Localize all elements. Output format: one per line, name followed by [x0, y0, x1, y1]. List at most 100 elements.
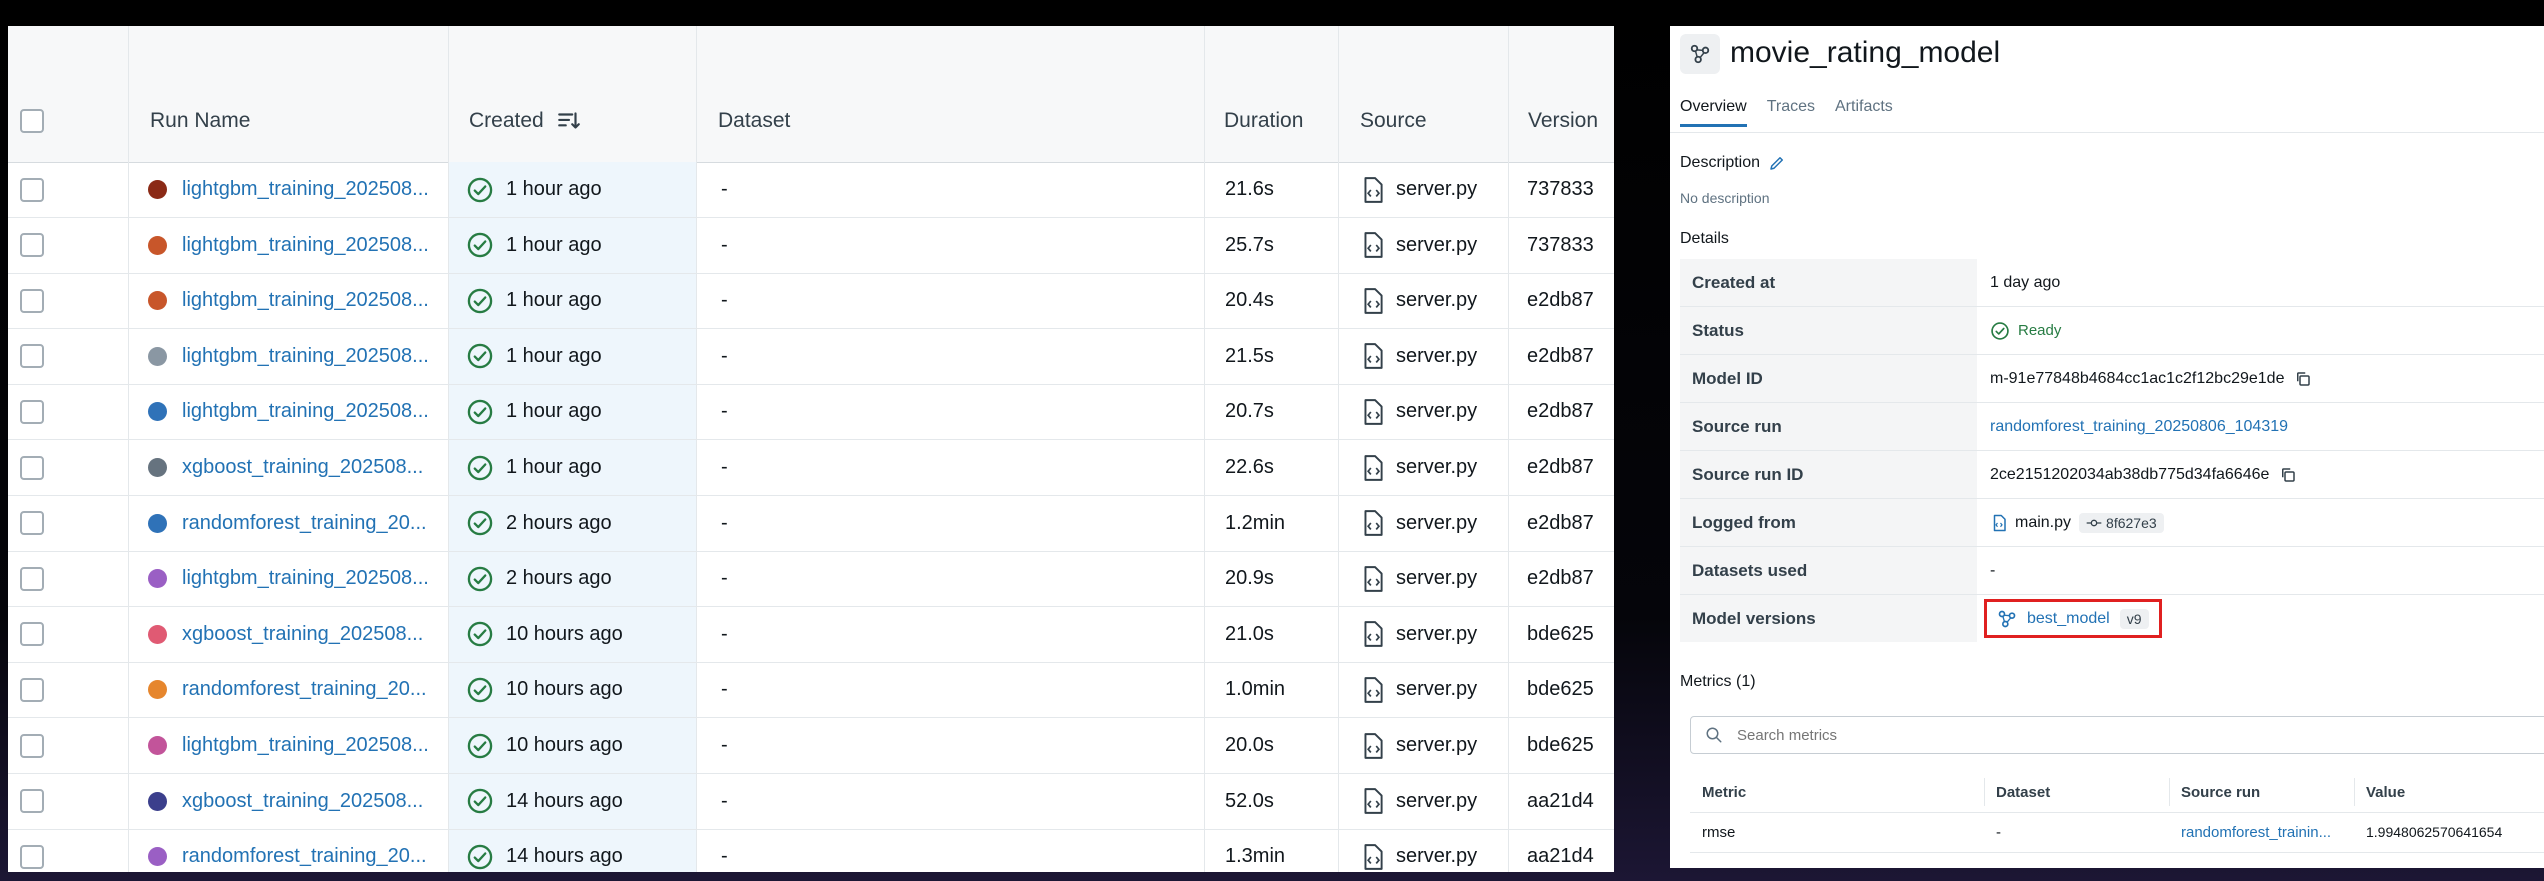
source-text[interactable]: server.py: [1396, 178, 1477, 201]
source-text[interactable]: server.py: [1396, 678, 1477, 701]
column-header-run-name[interactable]: Run Name: [150, 80, 250, 162]
source-cell[interactable]: server.py: [1360, 162, 1477, 217]
row-checkbox[interactable]: [20, 511, 44, 536]
source-text[interactable]: server.py: [1396, 512, 1477, 535]
table-row[interactable]: lightgbm_training_202508... 1 hour ago - 21…: [8, 162, 1614, 218]
source-text[interactable]: server.py: [1396, 400, 1477, 423]
run-name-link[interactable]: lightgbm_training_202508...: [182, 289, 429, 312]
table-row[interactable]: xgboost_training_202508... 10 hours ago - 2…: [8, 607, 1614, 663]
edit-pencil-icon[interactable]: [1768, 154, 1786, 172]
metrics-col-source-run[interactable]: Source run: [2181, 784, 2260, 801]
row-checkbox[interactable]: [20, 177, 44, 202]
sort-descending-icon[interactable]: [556, 108, 582, 134]
duration-cell: 21.5s: [1225, 344, 1274, 367]
source-text[interactable]: server.py: [1396, 734, 1477, 757]
tab-overview[interactable]: Overview: [1680, 98, 1747, 127]
run-name-link[interactable]: lightgbm_training_202508...: [182, 734, 429, 757]
model-version-name[interactable]: best_model: [2027, 610, 2110, 628]
row-checkbox[interactable]: [20, 733, 44, 758]
tab-artifacts[interactable]: Artifacts: [1835, 98, 1893, 127]
run-name-link[interactable]: xgboost_training_202508...: [182, 623, 423, 646]
version-cell: e2db87: [1527, 289, 1594, 312]
dataset-cell: -: [721, 845, 728, 868]
table-row[interactable]: randomforest_training_20... 14 hours ago -…: [8, 829, 1614, 872]
run-name-link[interactable]: lightgbm_training_202508...: [182, 345, 429, 368]
table-row[interactable]: lightgbm_training_202508... 1 hour ago - 21…: [8, 329, 1614, 385]
column-header-duration[interactable]: Duration: [1224, 80, 1303, 162]
source-text[interactable]: server.py: [1396, 456, 1477, 479]
model-version-link[interactable]: best_model v9: [1984, 599, 2162, 638]
source-cell[interactable]: server.py: [1360, 774, 1477, 829]
table-row[interactable]: lightgbm_training_202508... 2 hours ago - 2…: [8, 551, 1614, 608]
source-cell[interactable]: server.py: [1360, 607, 1477, 662]
metrics-search[interactable]: [1690, 716, 2544, 754]
commit-hash: 8f627e3: [2106, 514, 2157, 531]
source-cell[interactable]: server.py: [1360, 440, 1477, 495]
run-name-link[interactable]: randomforest_training_20...: [182, 512, 427, 535]
column-divider[interactable]: [1984, 778, 1985, 806]
row-checkbox[interactable]: [20, 789, 44, 814]
column-header-version[interactable]: Version: [1528, 80, 1598, 162]
code-file-icon: [1364, 788, 1383, 814]
metrics-col-value[interactable]: Value: [2366, 784, 2405, 801]
table-row[interactable]: lightgbm_training_202508... 1 hour ago - 20…: [8, 384, 1614, 441]
column-header-created[interactable]: Created: [469, 80, 582, 162]
source-cell[interactable]: server.py: [1360, 329, 1477, 384]
row-checkbox[interactable]: [20, 455, 44, 480]
row-checkbox[interactable]: [20, 399, 44, 424]
copy-icon[interactable]: [2279, 466, 2297, 484]
copy-icon[interactable]: [2294, 370, 2312, 388]
run-name-link[interactable]: xgboost_training_202508...: [182, 790, 423, 813]
metric-source-run-link[interactable]: randomforest_trainin...: [2181, 824, 2331, 841]
source-text[interactable]: server.py: [1396, 234, 1477, 257]
source-text[interactable]: server.py: [1396, 567, 1477, 590]
metrics-col-dataset[interactable]: Dataset: [1996, 784, 2050, 801]
column-header-source[interactable]: Source: [1360, 80, 1427, 162]
run-name-link[interactable]: xgboost_training_202508...: [182, 456, 423, 479]
source-run-link[interactable]: randomforest_training_20250806_104319: [1990, 403, 2288, 450]
row-checkbox[interactable]: [20, 288, 44, 313]
source-cell[interactable]: server.py: [1360, 829, 1477, 872]
row-checkbox[interactable]: [20, 233, 44, 258]
source-text[interactable]: server.py: [1396, 345, 1477, 368]
row-checkbox[interactable]: [20, 677, 44, 702]
column-header-dataset[interactable]: Dataset: [718, 80, 790, 162]
source-cell[interactable]: server.py: [1360, 384, 1477, 439]
table-row[interactable]: lightgbm_training_202508... 1 hour ago - 25…: [8, 218, 1614, 274]
table-row[interactable]: lightgbm_training_202508... 1 hour ago - 20…: [8, 273, 1614, 330]
run-name-link[interactable]: lightgbm_training_202508...: [182, 234, 429, 257]
run-name-link[interactable]: lightgbm_training_202508...: [182, 400, 429, 423]
select-all-checkbox[interactable]: [20, 109, 44, 133]
table-row[interactable]: xgboost_training_202508... 14 hours ago - 5…: [8, 774, 1614, 830]
source-cell[interactable]: server.py: [1360, 718, 1477, 773]
table-row[interactable]: lightgbm_training_202508... 10 hours ago -…: [8, 718, 1614, 774]
source-cell[interactable]: server.py: [1360, 662, 1477, 717]
column-divider[interactable]: [2169, 778, 2170, 806]
source-text[interactable]: server.py: [1396, 790, 1477, 813]
table-row[interactable]: randomforest_training_20... 10 hours ago -…: [8, 662, 1614, 719]
description-value: No description: [1680, 190, 1770, 206]
run-name-link[interactable]: lightgbm_training_202508...: [182, 178, 429, 201]
source-cell[interactable]: server.py: [1360, 273, 1477, 328]
source-text[interactable]: server.py: [1396, 845, 1477, 868]
source-cell[interactable]: server.py: [1360, 551, 1477, 606]
row-checkbox[interactable]: [20, 622, 44, 647]
metrics-search-input[interactable]: [1735, 725, 2339, 745]
source-cell[interactable]: server.py: [1360, 496, 1477, 551]
run-name-link[interactable]: lightgbm_training_202508...: [182, 567, 429, 590]
run-name-link[interactable]: randomforest_training_20...: [182, 678, 427, 701]
row-checkbox[interactable]: [20, 566, 44, 591]
tab-traces[interactable]: Traces: [1767, 98, 1815, 127]
metrics-col-metric[interactable]: Metric: [1702, 784, 1746, 801]
table-row[interactable]: randomforest_training_20... 2 hours ago - 1…: [8, 496, 1614, 552]
column-divider[interactable]: [2354, 778, 2355, 806]
run-name-link[interactable]: randomforest_training_20...: [182, 845, 427, 868]
logged-from-file[interactable]: main.py: [2015, 514, 2071, 532]
version-cell: 737833: [1527, 178, 1594, 200]
source-text[interactable]: server.py: [1396, 623, 1477, 646]
row-checkbox[interactable]: [20, 844, 44, 869]
table-row[interactable]: xgboost_training_202508... 1 hour ago - 22.…: [8, 440, 1614, 496]
source-cell[interactable]: server.py: [1360, 218, 1477, 273]
source-text[interactable]: server.py: [1396, 289, 1477, 312]
row-checkbox[interactable]: [20, 344, 44, 369]
